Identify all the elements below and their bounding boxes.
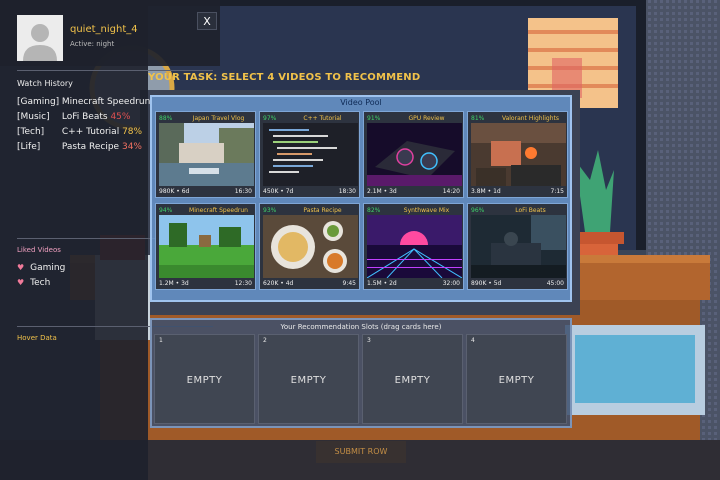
liked-videos-title: Liked Videos [17, 246, 61, 254]
task-heading: YOUR TASK: SELECT 4 VIDEOS TO RECOMMEND [148, 72, 421, 83]
recommendation-slots: Your Recommendation Slots (drag cards he… [150, 318, 572, 428]
video-stats: 2.1M • 3d [367, 188, 397, 195]
video-title: GPU Review [408, 115, 445, 122]
video-duration: 32:00 [442, 280, 460, 287]
history-item: [Gaming] Minecraft Speedrun [17, 97, 150, 107]
video-card[interactable]: 88% Japan Travel Vlog 980K • 6d 16:30 [155, 111, 256, 198]
history-percent: 34% [121, 142, 142, 152]
video-title: Japan Travel Vlog [192, 115, 245, 122]
history-title: LoFi Beats [61, 112, 108, 122]
slot-1[interactable]: 1 EMPTY [154, 334, 255, 424]
liked-label: Tech [30, 278, 51, 288]
history-category: [Tech] [17, 127, 45, 137]
video-title: Minecraft Speedrun [189, 207, 248, 214]
divider [17, 70, 213, 71]
avatar [17, 15, 63, 61]
video-card[interactable]: 91% GPU Review 2.1M • 3d 14:20 [363, 111, 464, 198]
video-thumbnail [159, 123, 254, 186]
video-thumbnail [367, 215, 462, 278]
video-duration: 18:30 [338, 188, 356, 195]
slot-number: 4 [471, 337, 475, 344]
history-percent: 78% [122, 127, 143, 137]
username: quiet_night_4 [70, 24, 138, 35]
liked-item: ♥ Gaming [17, 263, 65, 273]
video-stats: 980K • 6d [159, 188, 190, 195]
video-card[interactable]: 96% LoFi Beats 890K • 5d 45:00 [467, 203, 568, 290]
history-item: [Music] LoFi Beats 45% [17, 112, 130, 122]
video-pool-title: Video Pool [340, 98, 382, 107]
video-title: LoFi Beats [515, 207, 546, 214]
history-category: [Life] [17, 142, 41, 152]
match-percent: 93% [263, 207, 277, 214]
video-card[interactable]: 93% Pasta Recipe 620K • 4d 9:45 [259, 203, 360, 290]
video-card[interactable]: 81% Valorant Highlights 3.8M • 1d 7:15 [467, 111, 568, 198]
match-percent: 82% [367, 207, 381, 214]
match-percent: 81% [471, 115, 485, 122]
video-stats: 3.8M • 1d [471, 188, 501, 195]
video-title: Pasta Recipe [303, 207, 342, 214]
profile-panel [0, 0, 148, 480]
user-status: Active: night [70, 40, 115, 48]
video-duration: 7:15 [550, 188, 564, 195]
video-stats: 620K • 4d [263, 280, 294, 287]
history-item: [Life] Pasta Recipe 34% [17, 142, 142, 152]
video-stats: 1.2M • 3d [159, 280, 189, 287]
slot-number: 3 [367, 337, 371, 344]
history-percent: 45% [110, 112, 131, 122]
video-thumbnail [471, 215, 566, 278]
heart-icon: ♥ [17, 263, 25, 272]
slot-4[interactable]: 4 EMPTY [466, 334, 567, 424]
match-percent: 91% [367, 115, 381, 122]
slot-number: 1 [159, 337, 163, 344]
heart-icon: ♥ [17, 278, 25, 287]
liked-item: ♥ Tech [17, 278, 50, 288]
history-title: C++ Tutorial [61, 127, 120, 137]
slot-number: 2 [263, 337, 267, 344]
slot-2[interactable]: 2 EMPTY [258, 334, 359, 424]
video-thumbnail [367, 123, 462, 186]
video-title: Valorant Highlights [501, 115, 560, 122]
match-percent: 96% [471, 207, 485, 214]
history-item: [Tech] C++ Tutorial 78% [17, 127, 142, 137]
video-title: C++ Tutorial [303, 115, 342, 122]
history-title: Pasta Recipe [61, 142, 120, 152]
video-pool: Video Pool 88% Japan Travel Vlog 980K • … [150, 95, 572, 302]
slot-empty-label: EMPTY [186, 375, 223, 386]
match-percent: 88% [159, 115, 173, 122]
video-title: Synthwave Mix [403, 207, 450, 214]
history-category: [Gaming] [17, 97, 60, 107]
slot-empty-label: EMPTY [290, 375, 327, 386]
video-card[interactable]: 94% Minecraft Speedrun 1.2M • 3d 12:30 [155, 203, 256, 290]
submit-row-button[interactable]: SUBMIT ROW [316, 441, 406, 463]
video-thumbnail [471, 123, 566, 186]
slot-empty-label: EMPTY [394, 375, 431, 386]
video-thumbnail [263, 215, 358, 278]
slots-title: Your Recommendation Slots (drag cards he… [280, 323, 442, 331]
close-button[interactable]: X [197, 12, 217, 30]
match-percent: 94% [159, 207, 173, 214]
video-duration: 14:20 [442, 188, 460, 195]
history-title: Minecraft Speedrun [61, 97, 151, 107]
video-stats: 450K • 7d [263, 188, 294, 195]
video-stats: 890K • 5d [471, 280, 502, 287]
video-thumbnail [263, 123, 358, 186]
video-duration: 12:30 [234, 280, 252, 287]
video-card[interactable]: 82% Synthwave Mix 1.5M • 2d 32:00 [363, 203, 464, 290]
video-duration: 45:00 [546, 280, 564, 287]
slot-empty-label: EMPTY [498, 375, 535, 386]
hover-data-title: Hover Data [17, 334, 57, 342]
video-duration: 9:45 [342, 280, 356, 287]
video-card[interactable]: 97% C++ Tutorial 450K • 7d 18:30 [259, 111, 360, 198]
video-thumbnail [159, 215, 254, 278]
slot-3[interactable]: 3 EMPTY [362, 334, 463, 424]
match-percent: 97% [263, 115, 277, 122]
history-category: [Music] [17, 112, 50, 122]
watch-history-title: Watch History [17, 79, 73, 88]
video-duration: 16:30 [234, 188, 252, 195]
user-icon [17, 15, 63, 61]
video-stats: 1.5M • 2d [367, 280, 397, 287]
liked-label: Gaming [30, 263, 66, 273]
